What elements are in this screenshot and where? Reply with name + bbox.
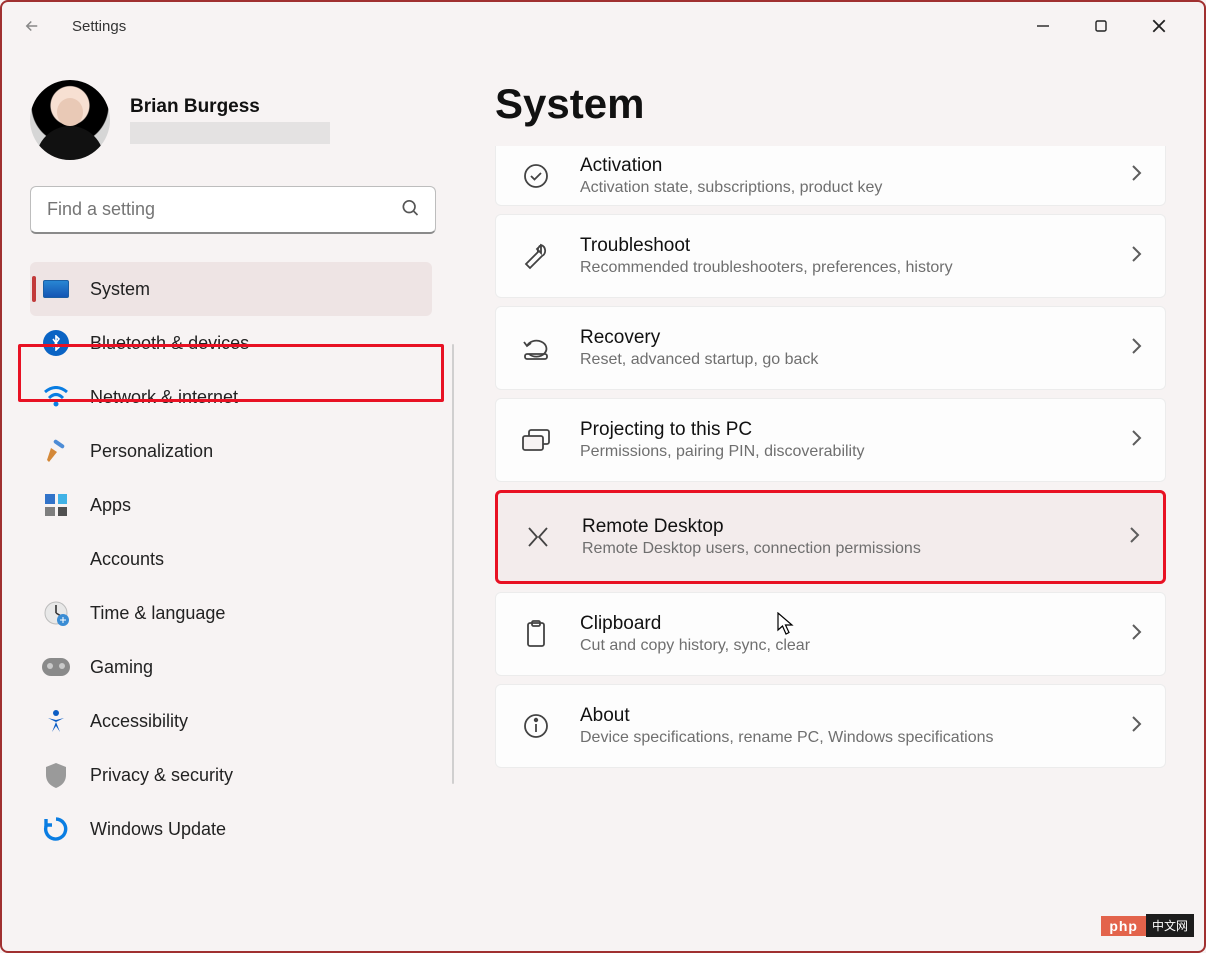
card-remote-desktop[interactable]: Remote Desktop Remote Desktop users, con… — [495, 490, 1166, 584]
card-about[interactable]: About Device specifications, rename PC, … — [495, 684, 1166, 768]
chevron-right-icon — [1129, 163, 1143, 188]
sidebar-item-apps[interactable]: Apps — [30, 478, 432, 532]
accounts-icon — [42, 545, 70, 573]
activation-icon — [518, 162, 554, 190]
sidebar-item-windows-update[interactable]: Windows Update — [30, 802, 432, 856]
sidebar-item-label: Accounts — [90, 549, 164, 570]
sidebar-item-accounts[interactable]: Accounts — [30, 532, 432, 586]
chevron-right-icon — [1127, 525, 1141, 550]
card-clipboard[interactable]: Clipboard Cut and copy history, sync, cl… — [495, 592, 1166, 676]
card-activation[interactable]: Activation Activation state, subscriptio… — [495, 146, 1166, 206]
maximize-button[interactable] — [1086, 11, 1116, 41]
back-button[interactable] — [16, 10, 48, 42]
card-recovery[interactable]: Recovery Reset, advanced startup, go bac… — [495, 306, 1166, 390]
user-email-redacted — [130, 122, 330, 144]
watermark-right: 中文网 — [1146, 914, 1194, 937]
sidebar-item-time-language[interactable]: Time & language — [30, 586, 432, 640]
sidebar-item-label: Windows Update — [90, 819, 226, 840]
user-name: Brian Burgess — [130, 96, 330, 118]
search-input[interactable] — [30, 186, 436, 234]
sidebar-item-label: Gaming — [90, 657, 153, 678]
clipboard-icon — [518, 619, 554, 649]
time-language-icon — [42, 599, 70, 627]
sidebar-item-label: Apps — [90, 495, 131, 516]
sidebar-item-label: Network & internet — [90, 387, 238, 408]
recovery-icon — [518, 334, 554, 362]
card-title: Remote Desktop — [582, 516, 1101, 538]
bluetooth-icon — [42, 329, 70, 357]
side-nav: System Bluetooth & devices Network & int… — [30, 262, 432, 856]
personalization-icon — [42, 437, 70, 465]
sidebar-item-privacy[interactable]: Privacy & security — [30, 748, 432, 802]
card-subtitle: Cut and copy history, sync, clear — [580, 637, 1103, 655]
chevron-right-icon — [1129, 336, 1143, 361]
card-title: Clipboard — [580, 613, 1103, 635]
user-block[interactable]: Brian Burgess — [30, 80, 432, 160]
sidebar-item-accessibility[interactable]: Accessibility — [30, 694, 432, 748]
card-title: Activation — [580, 155, 1103, 177]
settings-cards: Activation Activation state, subscriptio… — [495, 146, 1166, 768]
gaming-icon — [42, 653, 70, 681]
sidebar-item-personalization[interactable]: Personalization — [30, 424, 432, 478]
sidebar-item-label: Privacy & security — [90, 765, 233, 786]
sidebar-item-label: System — [90, 279, 150, 300]
titlebar: Settings — [2, 2, 1204, 50]
privacy-icon — [42, 761, 70, 789]
sidebar-item-label: Time & language — [90, 603, 225, 624]
remote-desktop-icon — [520, 524, 556, 550]
network-icon — [42, 383, 70, 411]
close-button[interactable] — [1144, 11, 1174, 41]
scrollbar[interactable] — [452, 344, 454, 784]
app-title: Settings — [72, 18, 126, 35]
about-icon — [518, 712, 554, 740]
chevron-right-icon — [1129, 244, 1143, 269]
avatar — [30, 80, 110, 160]
card-projecting[interactable]: Projecting to this PC Permissions, pairi… — [495, 398, 1166, 482]
search-wrap — [30, 186, 436, 234]
sidebar-item-gaming[interactable]: Gaming — [30, 640, 432, 694]
windows-update-icon — [42, 815, 70, 843]
apps-icon — [42, 491, 70, 519]
sidebar: Brian Burgess System Bluetooth & devices — [2, 50, 450, 951]
chevron-right-icon — [1129, 714, 1143, 739]
system-icon — [42, 275, 70, 303]
window-controls — [1028, 11, 1190, 41]
watermark-left: php — [1101, 916, 1146, 936]
chevron-right-icon — [1129, 622, 1143, 647]
sidebar-item-system[interactable]: System — [30, 262, 432, 316]
projecting-icon — [518, 427, 554, 453]
minimize-button[interactable] — [1028, 11, 1058, 41]
chevron-right-icon — [1129, 428, 1143, 453]
content-area: System Activation Activation state, subs… — [450, 50, 1204, 951]
card-troubleshoot[interactable]: Troubleshoot Recommended troubleshooters… — [495, 214, 1166, 298]
sidebar-item-label: Personalization — [90, 441, 213, 462]
card-title: Troubleshoot — [580, 235, 1103, 257]
card-subtitle: Activation state, subscriptions, product… — [580, 179, 1103, 197]
card-title: Projecting to this PC — [580, 419, 1103, 441]
card-title: About — [580, 705, 1103, 727]
sidebar-item-bluetooth[interactable]: Bluetooth & devices — [30, 316, 432, 370]
watermark-badge: php 中文网 — [1101, 914, 1194, 937]
page-title: System — [495, 80, 1166, 128]
card-subtitle: Reset, advanced startup, go back — [580, 351, 1103, 369]
sidebar-item-network[interactable]: Network & internet — [30, 370, 432, 424]
sidebar-item-label: Accessibility — [90, 711, 188, 732]
sidebar-item-label: Bluetooth & devices — [90, 333, 249, 354]
card-title: Recovery — [580, 327, 1103, 349]
card-subtitle: Remote Desktop users, connection permiss… — [582, 540, 1101, 558]
troubleshoot-icon — [518, 241, 554, 271]
card-subtitle: Device specifications, rename PC, Window… — [580, 729, 1103, 747]
search-icon — [400, 198, 420, 223]
card-subtitle: Recommended troubleshooters, preferences… — [580, 259, 1103, 277]
card-subtitle: Permissions, pairing PIN, discoverabilit… — [580, 443, 1103, 461]
accessibility-icon — [42, 707, 70, 735]
